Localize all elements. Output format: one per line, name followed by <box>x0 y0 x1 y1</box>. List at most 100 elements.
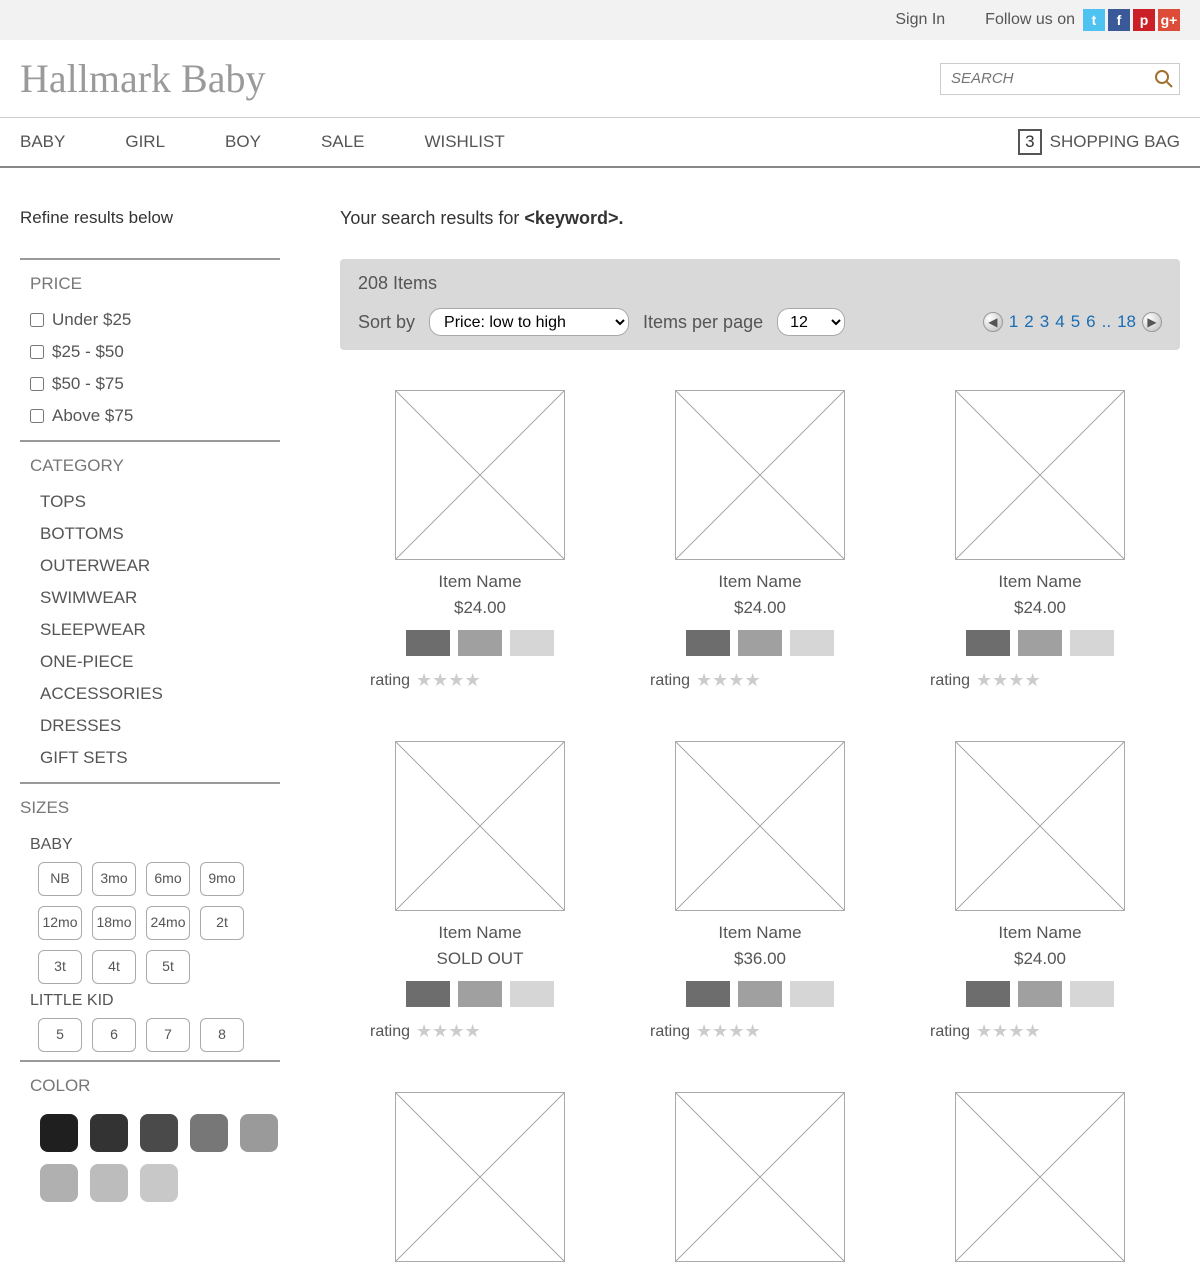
cat-accessories[interactable]: ACCESSORIES <box>40 678 280 710</box>
color-swatch-3[interactable] <box>190 1114 228 1152</box>
cat-dresses[interactable]: DRESSES <box>40 710 280 742</box>
price-check-3[interactable] <box>30 409 44 423</box>
product-image-placeholder[interactable] <box>675 390 845 560</box>
cat-tops[interactable]: TOPS <box>40 486 280 518</box>
swatch-mid[interactable] <box>458 630 502 656</box>
page-2[interactable]: 2 <box>1024 312 1033 332</box>
nav-boy[interactable]: BOY <box>225 118 261 166</box>
product-card[interactable]: Item Name$36.00rating★★★★ <box>650 741 870 1042</box>
product-image-placeholder[interactable] <box>955 741 1125 911</box>
nav-sale[interactable]: SALE <box>321 118 364 166</box>
product-card[interactable]: Item Name$24.00rating★★★★ <box>370 390 590 691</box>
swatch-mid[interactable] <box>458 981 502 1007</box>
product-image-placeholder[interactable] <box>675 1092 845 1262</box>
swatch-light[interactable] <box>790 630 834 656</box>
size-4t[interactable]: 4t <box>92 950 136 984</box>
price-opt-0[interactable]: Under $25 <box>30 304 280 336</box>
cat-giftsets[interactable]: GIFT SETS <box>40 742 280 774</box>
cat-sleepwear[interactable]: SLEEPWEAR <box>40 614 280 646</box>
cat-onepiece[interactable]: ONE-PIECE <box>40 646 280 678</box>
size-2t[interactable]: 2t <box>200 906 244 940</box>
size-9mo[interactable]: 9mo <box>200 862 244 896</box>
swatch-mid[interactable] <box>1018 981 1062 1007</box>
logo[interactable]: Hallmark Baby <box>20 55 266 102</box>
ipp-select[interactable]: 12 <box>777 308 845 336</box>
page-prev-icon[interactable]: ◀ <box>983 312 1003 332</box>
size-24mo[interactable]: 24mo <box>146 906 190 940</box>
size-7[interactable]: 7 <box>146 1018 190 1052</box>
swatch-dark[interactable] <box>966 981 1010 1007</box>
search-icon[interactable] <box>1154 69 1174 89</box>
product-image-placeholder[interactable] <box>675 741 845 911</box>
price-opt-2[interactable]: $50 - $75 <box>30 368 280 400</box>
page-6[interactable]: 6 <box>1086 312 1095 332</box>
page-next-icon[interactable]: ▶ <box>1142 312 1162 332</box>
price-check-1[interactable] <box>30 345 44 359</box>
price-check-0[interactable] <box>30 313 44 327</box>
product-image-placeholder[interactable] <box>395 741 565 911</box>
product-card[interactable]: Item NameSOLD OUTrating★★★★ <box>370 741 590 1042</box>
size-3t[interactable]: 3t <box>38 950 82 984</box>
product-card[interactable]: Item Name$24.00rating★★★★ <box>930 390 1150 691</box>
page-1[interactable]: 1 <box>1009 312 1018 332</box>
swatch-light[interactable] <box>1070 981 1114 1007</box>
color-swatch-4[interactable] <box>240 1114 278 1152</box>
size-6mo[interactable]: 6mo <box>146 862 190 896</box>
color-swatch-6[interactable] <box>90 1164 128 1202</box>
swatch-mid[interactable] <box>1018 630 1062 656</box>
nav-baby[interactable]: BABY <box>20 118 65 166</box>
cat-outerwear[interactable]: OUTERWEAR <box>40 550 280 582</box>
color-swatch-5[interactable] <box>40 1164 78 1202</box>
size-8[interactable]: 8 <box>200 1018 244 1052</box>
product-image-placeholder[interactable] <box>395 390 565 560</box>
page-4[interactable]: 4 <box>1055 312 1064 332</box>
swatch-light[interactable] <box>510 630 554 656</box>
size-6[interactable]: 6 <box>92 1018 136 1052</box>
color-swatch-0[interactable] <box>40 1114 78 1152</box>
shopping-bag[interactable]: 3 SHOPPING BAG <box>1018 129 1180 155</box>
page-3[interactable]: 3 <box>1040 312 1049 332</box>
size-5t[interactable]: 5t <box>146 950 190 984</box>
product-card[interactable] <box>930 1092 1150 1262</box>
pinterest-icon[interactable]: p <box>1133 9 1155 31</box>
swatch-dark[interactable] <box>406 981 450 1007</box>
product-image-placeholder[interactable] <box>395 1092 565 1262</box>
swatch-dark[interactable] <box>686 630 730 656</box>
swatch-dark[interactable] <box>406 630 450 656</box>
size-12mo[interactable]: 12mo <box>38 906 82 940</box>
swatch-light[interactable] <box>510 981 554 1007</box>
twitter-icon[interactable]: t <box>1083 9 1105 31</box>
size-18mo[interactable]: 18mo <box>92 906 136 940</box>
size-5[interactable]: 5 <box>38 1018 82 1052</box>
swatch-light[interactable] <box>790 981 834 1007</box>
page-18[interactable]: 18 <box>1117 312 1136 332</box>
swatch-dark[interactable] <box>966 630 1010 656</box>
product-image-placeholder[interactable] <box>955 390 1125 560</box>
product-card[interactable] <box>370 1092 590 1262</box>
color-swatch-7[interactable] <box>140 1164 178 1202</box>
color-swatch-1[interactable] <box>90 1114 128 1152</box>
googleplus-icon[interactable]: g+ <box>1158 9 1180 31</box>
product-card[interactable] <box>650 1092 870 1262</box>
color-swatch-2[interactable] <box>140 1114 178 1152</box>
page-5[interactable]: 5 <box>1071 312 1080 332</box>
signin-link[interactable]: Sign In <box>895 11 945 29</box>
size-nb[interactable]: NB <box>38 862 82 896</box>
nav-wishlist[interactable]: WISHLIST <box>424 118 504 166</box>
swatch-light[interactable] <box>1070 630 1114 656</box>
facebook-icon[interactable]: f <box>1108 9 1130 31</box>
swatch-mid[interactable] <box>738 981 782 1007</box>
product-card[interactable]: Item Name$24.00rating★★★★ <box>930 741 1150 1042</box>
product-card[interactable]: Item Name$24.00rating★★★★ <box>650 390 870 691</box>
price-opt-1[interactable]: $25 - $50 <box>30 336 280 368</box>
size-3mo[interactable]: 3mo <box>92 862 136 896</box>
price-check-2[interactable] <box>30 377 44 391</box>
swatch-dark[interactable] <box>686 981 730 1007</box>
product-image-placeholder[interactable] <box>955 1092 1125 1262</box>
search-input[interactable] <box>940 63 1180 95</box>
sort-select[interactable]: Price: low to high <box>429 308 629 336</box>
cat-swimwear[interactable]: SWIMWEAR <box>40 582 280 614</box>
nav-girl[interactable]: GIRL <box>125 118 165 166</box>
price-opt-3[interactable]: Above $75 <box>30 400 280 432</box>
cat-bottoms[interactable]: BOTTOMS <box>40 518 280 550</box>
